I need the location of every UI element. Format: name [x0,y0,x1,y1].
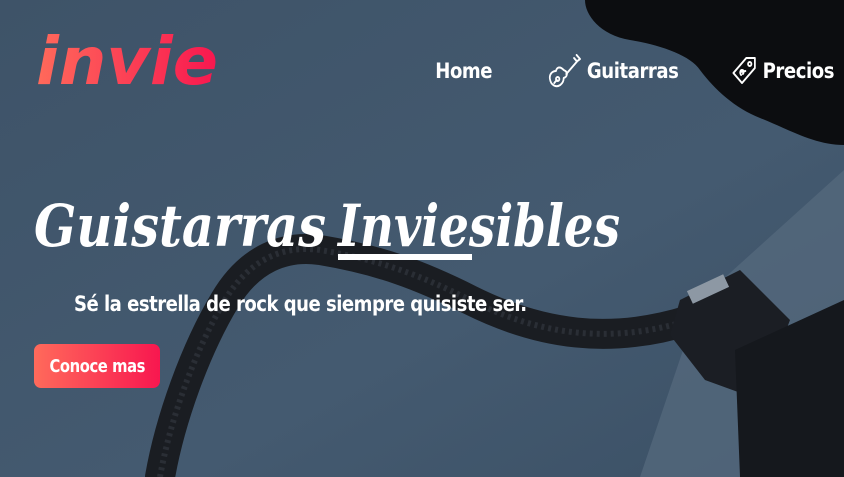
invie-logo[interactable]: invie [34,16,224,96]
hero-section: invie Home Guitarras Precios Guistarras … [0,0,844,477]
hero-title-part1: Guistarras [34,192,326,260]
conoce-mas-button[interactable]: Conoce mas [34,344,160,388]
nav-item-label: Precios [762,59,835,83]
cta-label: Conoce mas [49,355,145,377]
nav-item-precios[interactable]: Precios [730,55,834,87]
nav-item-guitarras[interactable]: Guitarras [548,52,679,90]
svg-text:invie: invie [36,23,218,96]
hero-title-part2: Inviesibles [336,192,620,260]
nav-item-home[interactable]: Home [436,59,493,83]
main-navigation: Home Guitarras Precios [426,52,834,90]
hero-title: Guistarras Inviesibles [34,192,620,260]
guitar-icon [548,52,582,90]
title-underline [338,254,472,260]
hero-subtitle: Sé la estrella de rock que siempre quisi… [74,292,527,316]
price-tag-icon [730,55,758,87]
nav-item-label: Home [435,59,493,83]
nav-item-label: Guitarras [587,59,679,83]
